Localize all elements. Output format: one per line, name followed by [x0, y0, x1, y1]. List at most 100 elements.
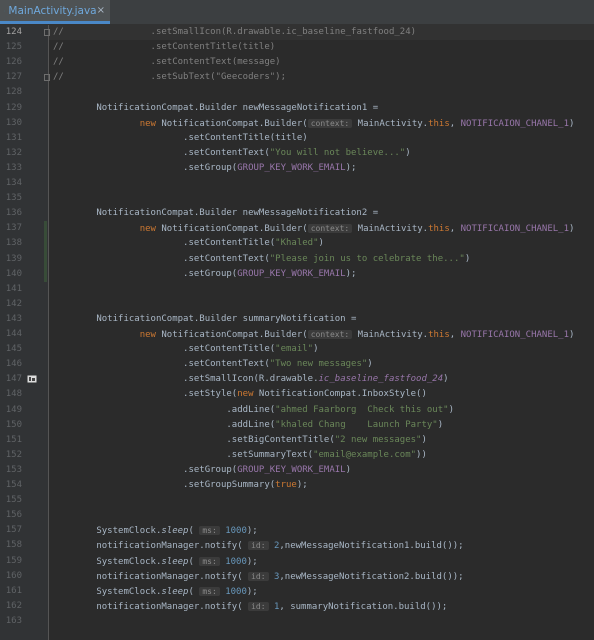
- code-token: ): [367, 359, 373, 370]
- code-token: GROUP_KEY_WORK_EMAIL: [237, 268, 346, 279]
- code-token: 1000: [225, 586, 247, 597]
- line-number: 142: [5, 298, 22, 309]
- parameter-hint: context:: [307, 118, 353, 128]
- code-token: .setSubText("Geecoders");: [150, 72, 287, 83]
- code-text: NotificationCompat.Builder newMessageNot…: [53, 206, 378, 221]
- code-text: // .setSmallIcon(R.drawable.ic_baseline_…: [53, 25, 416, 40]
- line-number: 144: [5, 329, 22, 339]
- code-token: this: [428, 224, 450, 235]
- code-token: NOTIFICAION_CHANEL_1: [460, 224, 569, 235]
- code-token: ,newMessageNotification1.build());: [279, 541, 464, 552]
- line-number: 130: [5, 117, 22, 128]
- line-number: 163: [5, 615, 22, 626]
- code-text: new NotificationCompat.Builder(context: …: [53, 116, 574, 132]
- code-token: //: [53, 72, 64, 83]
- code-token: .setContentTitle(: [53, 344, 276, 355]
- code-token: notificationManager.notify(: [53, 571, 249, 582]
- code-token: "email@example.com": [313, 449, 417, 460]
- tab-label: MainActivity.java: [8, 4, 97, 17]
- code-token: .setSmallIcon(R.drawable.: [53, 374, 319, 385]
- code-token: ): [448, 404, 454, 415]
- code-token: );: [296, 480, 308, 490]
- line-number: 136: [5, 208, 22, 219]
- line-number: 154: [5, 480, 22, 490]
- code-text: .setBigContentTitle("2 new messages"): [53, 433, 427, 448]
- code-token: "khaled Chang Launch Party": [275, 419, 438, 430]
- code-token: ): [405, 147, 411, 158]
- code-token: .setContentTitle(: [53, 238, 276, 249]
- code-token: (: [188, 556, 200, 567]
- close-icon[interactable]: ×: [97, 5, 105, 16]
- code-text: .setGroup(GROUP_KEY_WORK_EMAIL): [53, 463, 351, 478]
- drawable-resource-icon[interactable]: [27, 374, 37, 384]
- code-token: NotificationCompat.Builder newMessageNot…: [53, 102, 379, 113]
- parameter-hint: context:: [307, 330, 353, 339]
- code-token: .setSmallIcon(R.drawable.ic_baseline_fas…: [150, 27, 417, 37]
- code-token: ic_baseline_fastfood_24: [318, 374, 444, 385]
- code-token: ,: [449, 330, 461, 340]
- code-token: ): [345, 464, 352, 475]
- code-token: ): [421, 434, 427, 445]
- line-number: 127: [5, 72, 22, 83]
- line-number: 151: [5, 434, 22, 445]
- code-editor[interactable]: // .setSmallIcon(R.drawable.ic_baseline_…: [49, 25, 594, 640]
- code-token: );: [345, 268, 357, 279]
- code-token: NotificationCompat.Builder(: [161, 330, 308, 340]
- parameter-hint: id:: [248, 601, 269, 611]
- parameter-hint: id:: [248, 571, 269, 581]
- code-token: );: [246, 556, 258, 567]
- code-text: .addLine("ahmed Faarborg Check this out"…: [53, 403, 454, 418]
- code-token: , summaryNotification.build());: [279, 601, 448, 612]
- line-number: 141: [5, 283, 22, 294]
- line-number: 146: [5, 359, 22, 370]
- code-token: new: [139, 118, 162, 129]
- code-token: //: [53, 57, 64, 68]
- tab-mainactivity[interactable]: C MainActivity.java ×: [0, 0, 110, 24]
- line-number: 137: [5, 223, 22, 234]
- code-token: ): [569, 224, 575, 235]
- code-text: .setGroup(GROUP_KEY_WORK_EMAIL);: [53, 161, 356, 176]
- code-token: MainActivity.: [352, 224, 429, 235]
- code-token: GROUP_KEY_WORK_EMAIL: [237, 464, 346, 475]
- code-text: .setContentTitle("Khaled"): [53, 236, 324, 251]
- vcs-change-marker[interactable]: [44, 221, 47, 282]
- line-number: 125: [5, 42, 22, 53]
- line-number: 140: [5, 268, 22, 279]
- code-text: .setContentText("Please join us to celeb…: [53, 252, 470, 267]
- code-text: new NotificationCompat.Builder(context: …: [53, 221, 574, 237]
- code-token: .setGroupSummary(: [53, 480, 276, 490]
- line-number: 153: [5, 464, 22, 475]
- code-token: ,: [449, 224, 461, 235]
- code-token: )): [416, 449, 427, 460]
- parameter-hint: context:: [307, 224, 353, 234]
- line-number: 124: [5, 27, 22, 37]
- line-number: 138: [5, 238, 22, 249]
- code-token: "2 new messages": [334, 434, 422, 445]
- code-text: .setSmallIcon(R.drawable.ic_baseline_fas…: [53, 372, 449, 387]
- code-token: .setGroup(: [53, 268, 238, 279]
- code-text: .setContentTitle("email"): [53, 342, 319, 357]
- code-token: SystemClock.: [53, 556, 162, 567]
- code-token: SystemClock.: [53, 526, 162, 537]
- code-token: "email": [275, 344, 314, 355]
- code-token: notificationManager.notify(: [53, 541, 249, 552]
- code-token: "Please join us to celebrate the...": [269, 253, 465, 264]
- code-token: GROUP_KEY_WORK_EMAIL: [237, 162, 346, 173]
- code-text: .setContentText("Two new messages"): [53, 357, 373, 372]
- code-token: new: [139, 330, 162, 340]
- code-token: .addLine(: [53, 419, 276, 430]
- code-token: notificationManager.notify(: [53, 601, 249, 612]
- code-token: );: [246, 526, 258, 537]
- code-token: .setContentTitle(title): [53, 132, 308, 143]
- code-text: .addLine("khaled Chang Launch Party"): [53, 418, 443, 433]
- line-number: 128: [5, 87, 22, 98]
- line-number: 135: [5, 193, 22, 204]
- code-token: ,newMessageNotification2.build());: [279, 571, 464, 582]
- code-token: .setSummaryText(: [53, 449, 314, 460]
- line-number: 133: [5, 162, 22, 173]
- code-token: //: [53, 27, 64, 37]
- code-text: // .setContentTitle(title): [53, 40, 275, 55]
